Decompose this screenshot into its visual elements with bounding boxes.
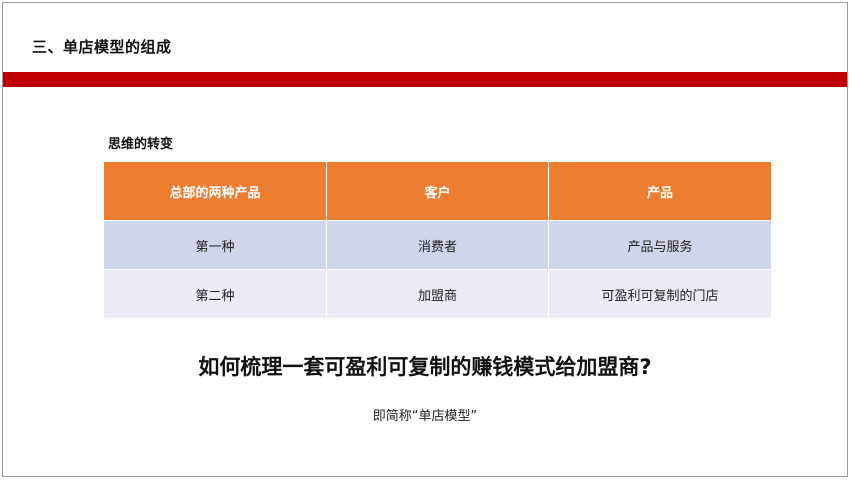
table-header-cell: 总部的两种产品 <box>103 161 327 221</box>
table-header-row: 总部的两种产品 客户 产品 <box>103 161 772 221</box>
table-cell: 第一种 <box>103 220 327 270</box>
slide: 三、单店模型的组成 思维的转变 总部的两种产品 客户 产品 第一种 消费者 产品… <box>2 2 848 477</box>
table-cell: 可盈利可复制的门店 <box>548 269 772 319</box>
table-cell: 消费者 <box>326 220 549 270</box>
table-cell: 第二种 <box>103 269 327 319</box>
table-header-cell: 客户 <box>326 161 549 221</box>
products-table: 总部的两种产品 客户 产品 第一种 消费者 产品与服务 第二种 加盟商 可盈利可… <box>103 161 772 319</box>
table-row: 第一种 消费者 产品与服务 <box>103 220 772 270</box>
table-cell: 加盟商 <box>326 269 549 319</box>
title-accent-bar <box>3 72 847 87</box>
slide-title: 三、单店模型的组成 <box>32 38 172 56</box>
key-question: 如何梳理一套可盈利可复制的赚钱模式给加盟商? <box>198 355 652 379</box>
table-row: 第二种 加盟商 可盈利可复制的门店 <box>103 269 772 319</box>
section-heading: 思维的转变 <box>108 137 174 152</box>
footnote: 即简称“单店模型” <box>372 409 478 424</box>
table-cell: 产品与服务 <box>548 220 772 270</box>
table-header-cell: 产品 <box>548 161 772 221</box>
